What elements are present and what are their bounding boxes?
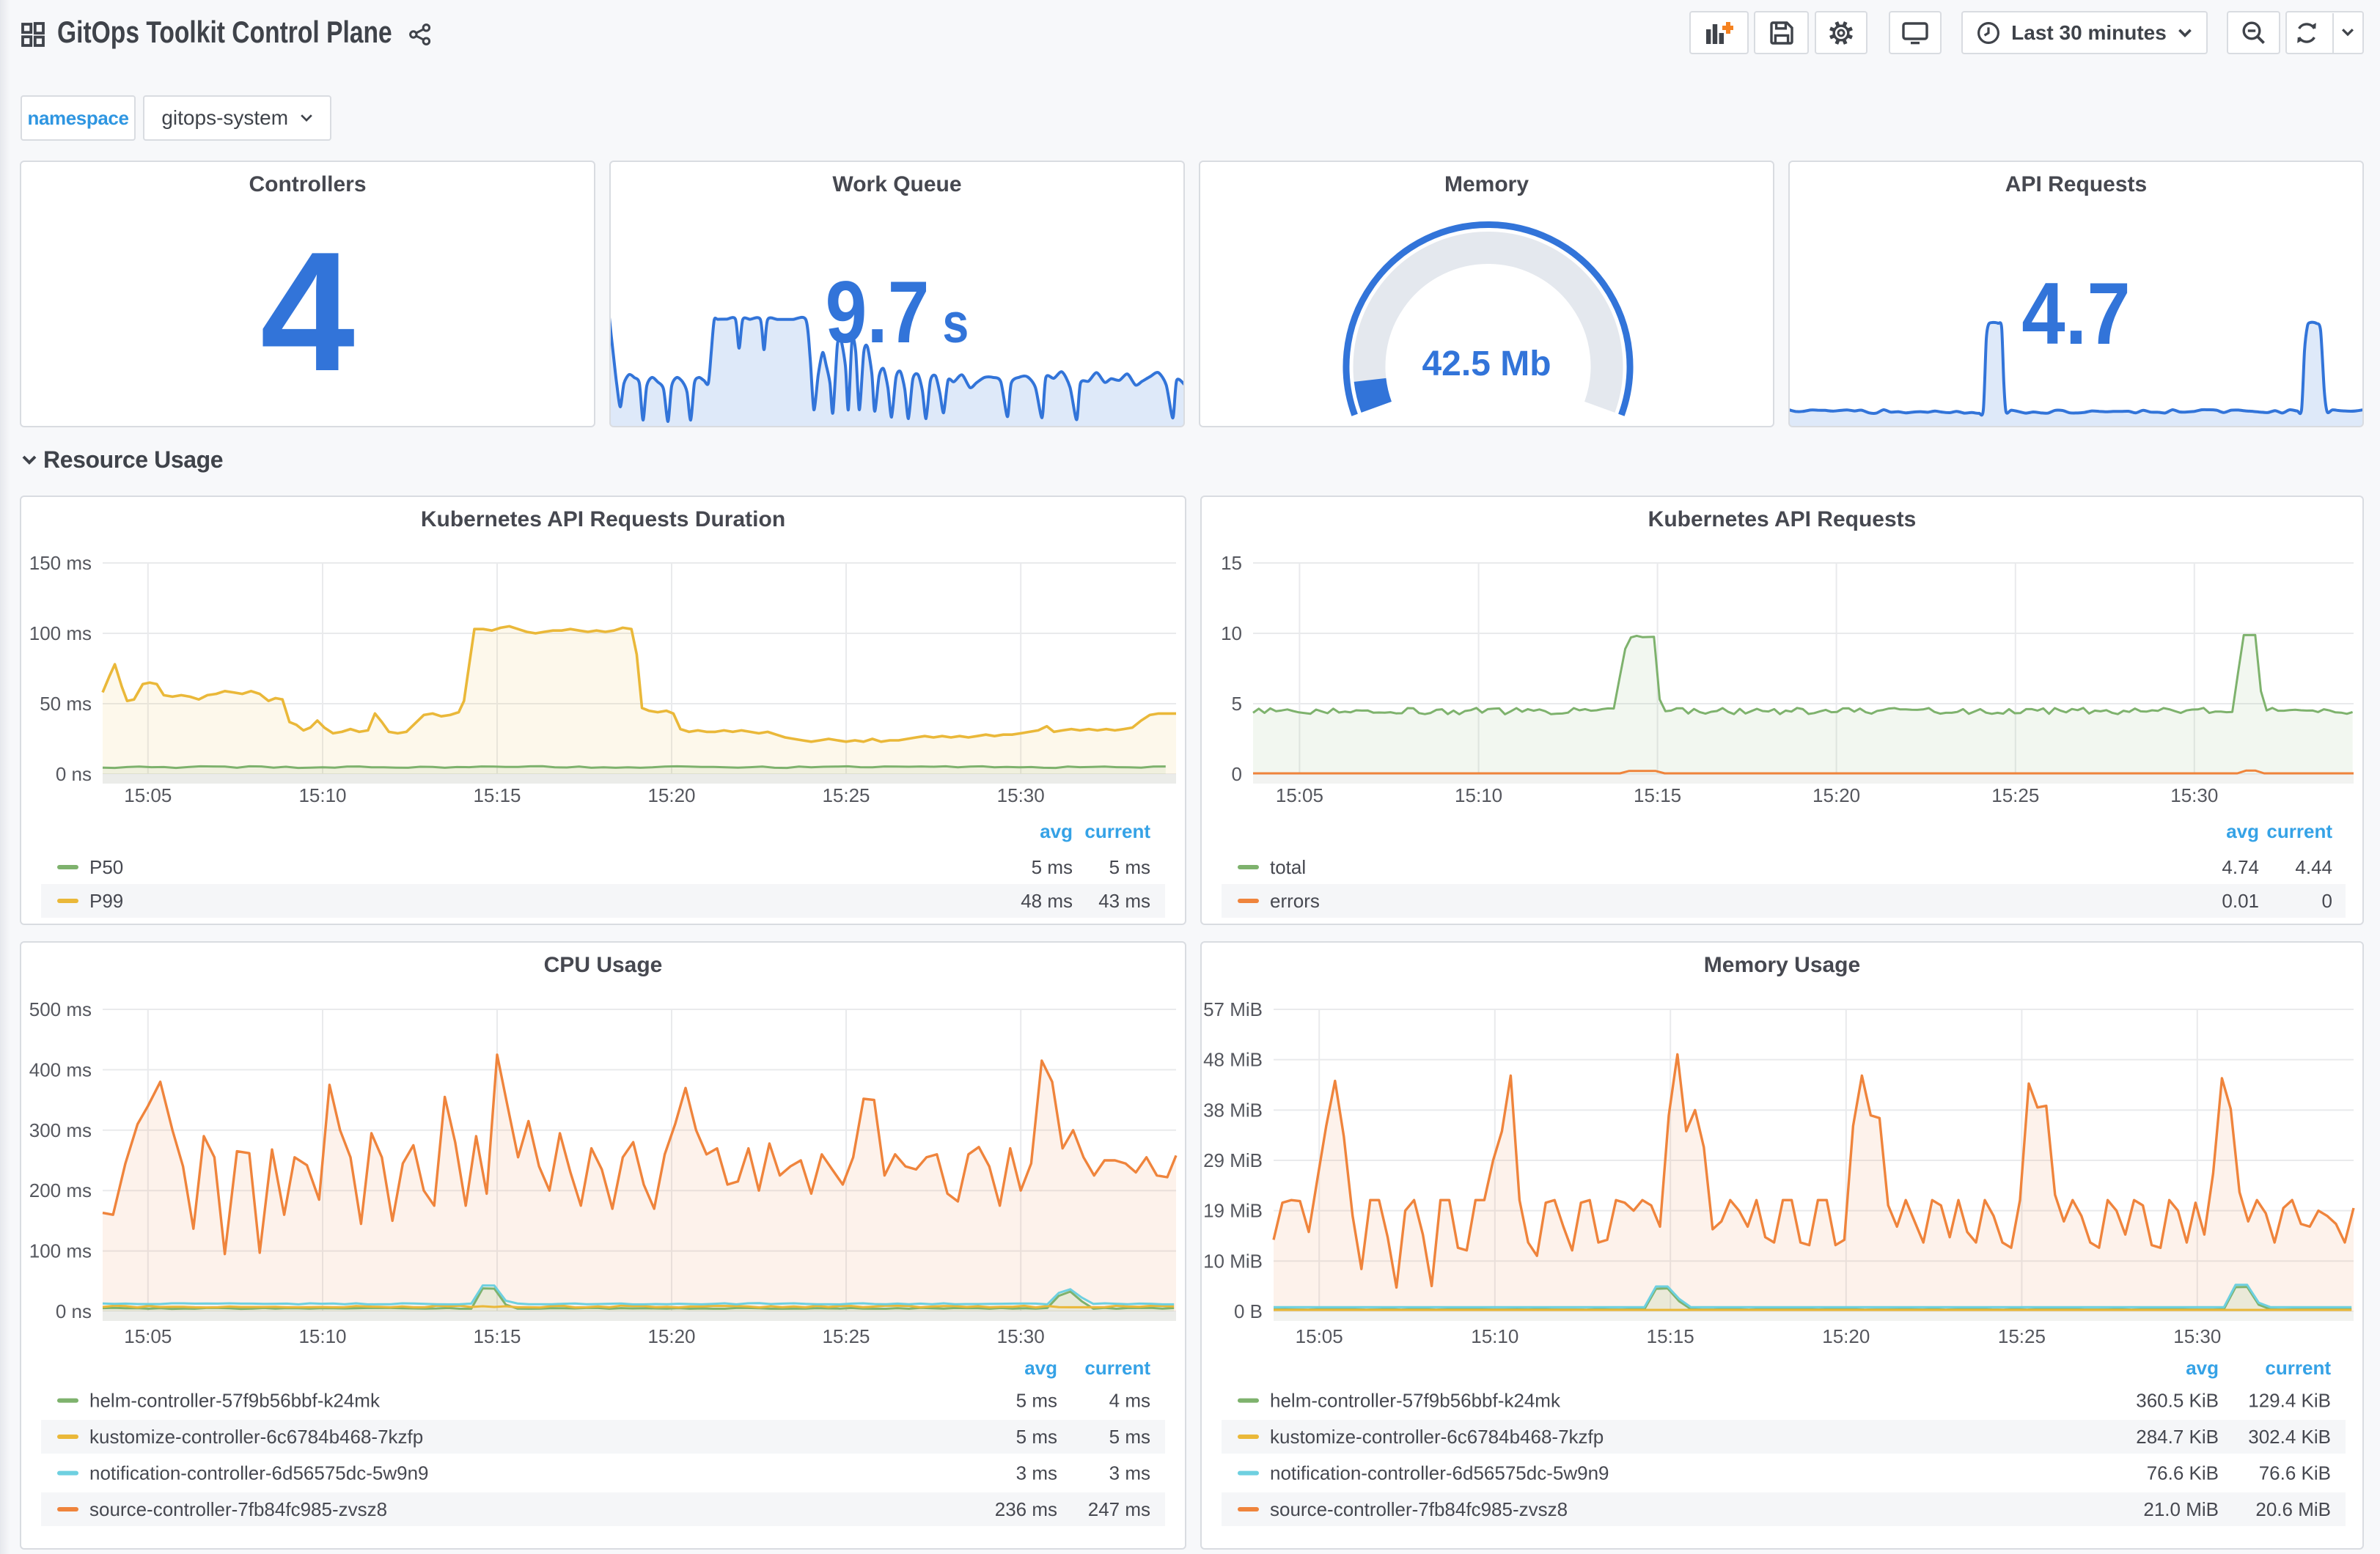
- svg-text:20.6 MiB: 20.6 MiB: [2255, 1498, 2331, 1520]
- svg-text:57 MiB: 57 MiB: [1203, 998, 1263, 1020]
- svg-text:15:25: 15:25: [822, 784, 870, 806]
- svg-text:76.6 KiB: 76.6 KiB: [2259, 1462, 2331, 1484]
- svg-text:0 ns: 0 ns: [56, 1300, 92, 1322]
- svg-text:P50: P50: [89, 856, 123, 878]
- svg-text:76.6 KiB: 76.6 KiB: [2147, 1462, 2219, 1484]
- svg-text:15:20: 15:20: [1812, 784, 1860, 806]
- svg-text:38 MiB: 38 MiB: [1203, 1099, 1263, 1121]
- svg-text:15:10: 15:10: [1471, 1325, 1518, 1347]
- svg-text:15:25: 15:25: [1991, 784, 2039, 806]
- svg-text:5 ms: 5 ms: [1032, 856, 1073, 878]
- svg-text:source-controller-7fb84fc985-z: source-controller-7fb84fc985-zvsz8: [89, 1498, 387, 1520]
- svg-text:247 ms: 247 ms: [1088, 1498, 1150, 1520]
- svg-text:15:30: 15:30: [997, 1325, 1045, 1347]
- svg-text:129.4 KiB: 129.4 KiB: [2248, 1390, 2331, 1412]
- svg-text:5 ms: 5 ms: [1016, 1426, 1057, 1448]
- svg-text:5: 5: [1232, 693, 1242, 715]
- svg-text:15:15: 15:15: [1647, 1325, 1694, 1347]
- svg-text:avg: avg: [2186, 1357, 2219, 1379]
- svg-text:15: 15: [1221, 552, 1242, 574]
- svg-text:avg: avg: [1040, 820, 1073, 842]
- svg-text:4.44: 4.44: [2295, 856, 2332, 878]
- svg-text:284.7 KiB: 284.7 KiB: [2136, 1426, 2219, 1448]
- svg-text:15:15: 15:15: [1634, 784, 1681, 806]
- svg-text:15:20: 15:20: [647, 784, 695, 806]
- svg-text:302.4 KiB: 302.4 KiB: [2248, 1426, 2331, 1448]
- svg-text:15:05: 15:05: [124, 1325, 172, 1347]
- svg-text:15:30: 15:30: [2173, 1325, 2221, 1347]
- svg-text:15:20: 15:20: [647, 1325, 695, 1347]
- svg-text:15:05: 15:05: [124, 784, 172, 806]
- svg-text:current: current: [1084, 820, 1150, 842]
- svg-text:0.01: 0.01: [2222, 890, 2259, 912]
- svg-text:15:05: 15:05: [1276, 784, 1323, 806]
- svg-text:150 ms: 150 ms: [29, 552, 92, 574]
- svg-text:29 MiB: 29 MiB: [1203, 1149, 1263, 1171]
- svg-text:notification-controller-6d5657: notification-controller-6d56575dc-5w9n9: [1270, 1462, 1609, 1484]
- svg-text:errors: errors: [1270, 890, 1320, 912]
- svg-text:15:25: 15:25: [822, 1325, 870, 1347]
- svg-text:100 ms: 100 ms: [29, 1240, 92, 1262]
- svg-text:360.5 KiB: 360.5 KiB: [2136, 1390, 2219, 1412]
- svg-text:0 ns: 0 ns: [56, 763, 92, 785]
- svg-text:15:30: 15:30: [2170, 784, 2218, 806]
- svg-text:15:25: 15:25: [1998, 1325, 2046, 1347]
- svg-text:10 MiB: 10 MiB: [1203, 1250, 1263, 1272]
- svg-text:43 ms: 43 ms: [1098, 890, 1150, 912]
- svg-text:500 ms: 500 ms: [29, 998, 92, 1020]
- svg-text:4 ms: 4 ms: [1109, 1390, 1150, 1412]
- svg-text:current: current: [2266, 820, 2332, 842]
- svg-text:48 ms: 48 ms: [1021, 890, 1073, 912]
- svg-text:0: 0: [2322, 890, 2332, 912]
- svg-text:helm-controller-57f9b56bbf-k24: helm-controller-57f9b56bbf-k24mk: [89, 1390, 381, 1412]
- svg-text:3 ms: 3 ms: [1016, 1462, 1057, 1484]
- svg-text:5 ms: 5 ms: [1016, 1390, 1057, 1412]
- svg-text:total: total: [1270, 856, 1306, 878]
- svg-text:15:10: 15:10: [298, 784, 346, 806]
- svg-text:current: current: [2265, 1357, 2331, 1379]
- svg-text:200 ms: 200 ms: [29, 1179, 92, 1201]
- svg-text:5 ms: 5 ms: [1109, 856, 1150, 878]
- svg-text:avg: avg: [1024, 1357, 1057, 1379]
- svg-text:P99: P99: [89, 890, 123, 912]
- svg-text:48 MiB: 48 MiB: [1203, 1049, 1263, 1071]
- svg-text:4.74: 4.74: [2222, 856, 2259, 878]
- svg-text:50 ms: 50 ms: [40, 693, 92, 715]
- svg-text:15:10: 15:10: [298, 1325, 346, 1347]
- svg-text:kustomize-controller-6c6784b46: kustomize-controller-6c6784b468-7kzfp: [1270, 1426, 1604, 1448]
- svg-text:236 ms: 236 ms: [995, 1498, 1057, 1520]
- svg-text:15:05: 15:05: [1296, 1325, 1343, 1347]
- svg-text:helm-controller-57f9b56bbf-k24: helm-controller-57f9b56bbf-k24mk: [1270, 1390, 1561, 1412]
- svg-text:15:15: 15:15: [473, 784, 521, 806]
- svg-text:kustomize-controller-6c6784b46: kustomize-controller-6c6784b468-7kzfp: [89, 1426, 423, 1448]
- svg-text:0: 0: [1232, 763, 1242, 785]
- svg-text:300 ms: 300 ms: [29, 1119, 92, 1141]
- svg-text:0 B: 0 B: [1234, 1300, 1263, 1322]
- svg-text:source-controller-7fb84fc985-z: source-controller-7fb84fc985-zvsz8: [1270, 1498, 1568, 1520]
- svg-text:10: 10: [1221, 622, 1242, 644]
- svg-text:400 ms: 400 ms: [29, 1058, 92, 1080]
- svg-text:15:15: 15:15: [473, 1325, 521, 1347]
- svg-text:19 MiB: 19 MiB: [1203, 1200, 1263, 1222]
- svg-text:15:30: 15:30: [997, 784, 1045, 806]
- svg-text:15:20: 15:20: [1822, 1325, 1870, 1347]
- svg-text:3 ms: 3 ms: [1109, 1462, 1150, 1484]
- svg-text:21.0 MiB: 21.0 MiB: [2143, 1498, 2219, 1520]
- svg-text:current: current: [1084, 1357, 1150, 1379]
- svg-text:15:10: 15:10: [1455, 784, 1502, 806]
- svg-text:100 ms: 100 ms: [29, 622, 92, 644]
- svg-text:notification-controller-6d5657: notification-controller-6d56575dc-5w9n9: [89, 1462, 429, 1484]
- svg-text:avg: avg: [2226, 820, 2259, 842]
- svg-text:5 ms: 5 ms: [1109, 1426, 1150, 1448]
